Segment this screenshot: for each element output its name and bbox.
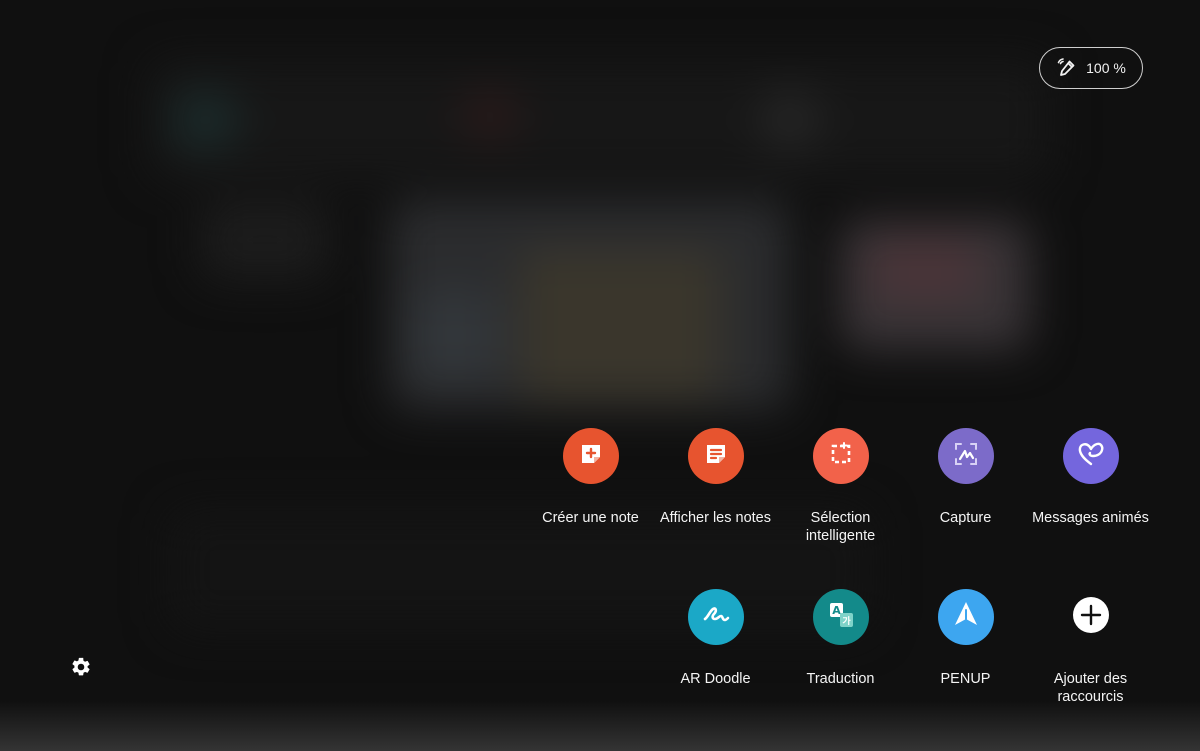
create-note-icon <box>577 440 605 473</box>
shortcut-translate[interactable]: A 가 Traduction <box>778 589 903 688</box>
shortcut-icon-circle[interactable] <box>1063 589 1119 645</box>
ar-doodle-icon <box>700 599 732 636</box>
shortcut-penup[interactable]: PENUP <box>903 589 1028 688</box>
shortcut-icon-circle[interactable] <box>812 428 869 484</box>
shortcut-icon-circle[interactable] <box>937 428 994 484</box>
svg-text:A: A <box>832 604 841 617</box>
shortcut-icon-circle[interactable] <box>687 589 744 645</box>
shortcut-create-note[interactable]: Créer une note <box>528 428 653 527</box>
shortcut-ar-doodle[interactable]: AR Doodle <box>653 589 778 688</box>
penup-icon <box>950 599 982 636</box>
settings-button[interactable] <box>70 656 92 678</box>
pen-battery-value: 100 % <box>1086 60 1126 76</box>
pen-battery-icon <box>1056 57 1078 79</box>
bottom-fade <box>0 701 1200 751</box>
view-notes-icon <box>702 440 730 473</box>
shortcut-view-notes[interactable]: Afficher les notes <box>653 428 778 527</box>
shortcut-live-messages[interactable]: Messages animés <box>1028 428 1153 527</box>
shortcut-label: Sélection intelligente <box>805 510 876 544</box>
add-icon <box>1072 596 1110 639</box>
shortcut-smart-select[interactable]: Sélection intelligente <box>778 428 903 545</box>
heart-icon <box>1075 438 1107 475</box>
shortcut-label: PENUP <box>940 671 991 687</box>
gear-icon <box>70 657 92 682</box>
shortcut-label: Traduction <box>806 671 875 687</box>
pen-battery-indicator: 100 % <box>1039 47 1143 89</box>
translate-icon: A 가 <box>825 599 857 636</box>
smart-select-icon <box>827 440 855 473</box>
shortcut-label: Afficher les notes <box>660 510 771 526</box>
svg-text:가: 가 <box>842 615 851 627</box>
capture-write-icon <box>951 439 981 474</box>
shortcut-label: Messages animés <box>1032 510 1149 526</box>
shortcut-icon-circle[interactable] <box>1062 428 1119 484</box>
shortcut-icon-circle[interactable] <box>687 428 744 484</box>
shortcut-icon-circle[interactable] <box>562 428 619 484</box>
air-command-overlay: 100 % Créer une note Afficher les notes … <box>0 0 1200 751</box>
shortcut-icon-circle[interactable] <box>937 589 994 645</box>
shortcut-label: Ajouter des raccourcis <box>1053 671 1128 705</box>
shortcut-label: Créer une note <box>542 510 639 526</box>
shortcut-icon-circle[interactable]: A 가 <box>812 589 869 645</box>
shortcut-add-shortcuts[interactable]: Ajouter des raccourcis <box>1028 589 1153 706</box>
shortcut-label: AR Doodle <box>680 671 751 687</box>
shortcut-label: Capture <box>939 510 992 526</box>
shortcut-capture[interactable]: Capture <box>903 428 1028 527</box>
